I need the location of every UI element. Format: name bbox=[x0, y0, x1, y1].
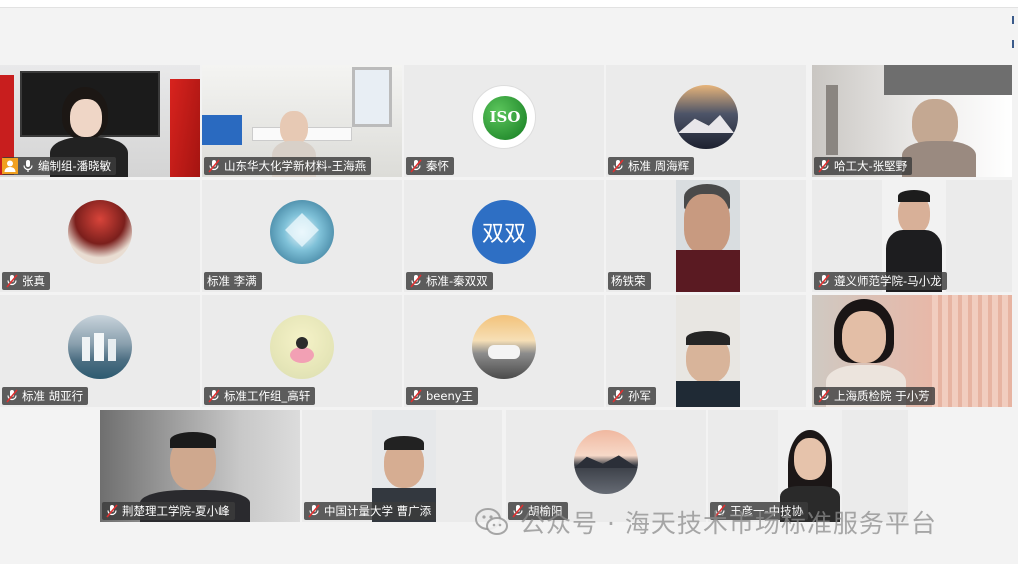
mic-muted-icon[interactable] bbox=[5, 274, 19, 288]
mic-muted-icon[interactable] bbox=[611, 159, 625, 173]
participant-avatar: 双双 bbox=[472, 200, 536, 264]
mic-muted-icon[interactable] bbox=[409, 274, 423, 288]
participant-name: 标准 李满 bbox=[207, 274, 257, 288]
participant-name: 荆楚理工学院-夏小峰 bbox=[122, 504, 230, 518]
participant-name-label: 标准 周海辉 bbox=[608, 157, 695, 175]
participant-avatar bbox=[472, 315, 536, 379]
participant-tile[interactable]: 双双 标准-秦双双 bbox=[404, 180, 604, 292]
participant-name-label: 哈工大-张堅野 bbox=[814, 157, 913, 175]
mic-muted-icon[interactable] bbox=[409, 159, 423, 173]
participant-name: 标准 周海辉 bbox=[628, 159, 690, 173]
mic-icon[interactable] bbox=[21, 159, 35, 173]
participant-name-label: 张真 bbox=[2, 272, 50, 290]
participant-tile[interactable]: 编制组-潘晓敏 bbox=[0, 65, 200, 177]
avatar-text: ISO bbox=[489, 108, 521, 126]
host-user-icon bbox=[2, 158, 18, 174]
participant-name: 中国计量大学 曹广添 bbox=[324, 504, 432, 518]
mic-muted-icon[interactable] bbox=[409, 389, 423, 403]
participant-name-label: 标准工作组_高轩 bbox=[204, 387, 316, 405]
participant-name-label: 中国计量大学 曹广添 bbox=[304, 502, 437, 520]
video-feed bbox=[676, 295, 740, 407]
participant-avatar: ISO bbox=[472, 85, 536, 149]
watermark-text: 公众号 · 海天技术市场标准服务平台 bbox=[520, 509, 937, 538]
participant-name-label: 山东华大化学新材料-王海燕 bbox=[204, 157, 372, 175]
participant-name: 张真 bbox=[22, 274, 45, 288]
participant-name: 秦怀 bbox=[426, 159, 449, 173]
participant-name: 标准-秦双双 bbox=[426, 274, 488, 288]
mic-muted-icon[interactable] bbox=[817, 159, 831, 173]
window-edge-mark bbox=[1012, 16, 1014, 24]
participant-name-label: 杨铁荣 bbox=[608, 272, 651, 290]
participant-name: 标准 胡亚行 bbox=[22, 389, 84, 403]
participant-tile[interactable]: ISO 秦怀 bbox=[404, 65, 604, 177]
participant-name: 山东华大化学新材料-王海燕 bbox=[224, 159, 367, 173]
participant-name-label: 荆楚理工学院-夏小峰 bbox=[102, 502, 235, 520]
participant-tile[interactable]: 荆楚理工学院-夏小峰 bbox=[100, 410, 300, 522]
participant-name: 杨铁荣 bbox=[611, 274, 646, 288]
avatar-text: 双双 bbox=[481, 222, 526, 247]
wechat-icon bbox=[474, 507, 510, 537]
top-bar bbox=[0, 0, 1018, 8]
video-feed bbox=[676, 180, 740, 292]
participant-tile[interactable]: beeny王 bbox=[404, 295, 604, 407]
participant-name-label: 孙军 bbox=[608, 387, 656, 405]
participant-name: 哈工大-张堅野 bbox=[834, 159, 908, 173]
watermark: 公众号 · 海天技术市场标准服务平台 bbox=[474, 504, 937, 540]
participant-tile[interactable]: 孙军 bbox=[606, 295, 806, 407]
participant-tile[interactable]: 哈工大-张堅野 bbox=[812, 65, 1012, 177]
participant-avatar bbox=[270, 315, 334, 379]
participant-name-label: 编制组-潘晓敏 bbox=[2, 157, 117, 175]
participant-name-label: 遵义师范学院-马小龙 bbox=[814, 272, 947, 290]
mic-muted-icon[interactable] bbox=[307, 504, 321, 518]
participant-name-label: 标准 胡亚行 bbox=[2, 387, 89, 405]
mic-muted-icon[interactable] bbox=[207, 389, 221, 403]
mic-muted-icon[interactable] bbox=[5, 389, 19, 403]
participant-name: beeny王 bbox=[426, 389, 474, 403]
participant-name: 标准工作组_高轩 bbox=[224, 389, 311, 403]
participant-avatar bbox=[270, 200, 334, 264]
window-edge-mark bbox=[1012, 40, 1014, 48]
participant-tile[interactable]: 杨铁荣 bbox=[606, 180, 806, 292]
participant-tile[interactable]: 标准 胡亚行 bbox=[0, 295, 200, 407]
participant-tile[interactable]: 标准工作组_高轩 bbox=[202, 295, 402, 407]
mic-muted-icon[interactable] bbox=[611, 389, 625, 403]
participant-tile[interactable]: 标准 李满 bbox=[202, 180, 402, 292]
participant-name-label: 秦怀 bbox=[406, 157, 454, 175]
participant-tile[interactable]: 山东华大化学新材料-王海燕 bbox=[202, 65, 402, 177]
participant-avatar bbox=[674, 85, 738, 149]
participant-avatar bbox=[68, 315, 132, 379]
mic-muted-icon[interactable] bbox=[105, 504, 119, 518]
participant-tile[interactable]: 标准 周海辉 bbox=[606, 65, 806, 177]
mic-muted-icon[interactable] bbox=[817, 389, 831, 403]
participant-name-label: beeny王 bbox=[406, 387, 479, 405]
mic-muted-icon[interactable] bbox=[207, 159, 221, 173]
mic-muted-icon[interactable] bbox=[817, 274, 831, 288]
participant-name: 遵义师范学院-马小龙 bbox=[834, 274, 942, 288]
participant-tile[interactable]: 中国计量大学 曹广添 bbox=[302, 410, 502, 522]
participant-tile[interactable]: 张真 bbox=[0, 180, 200, 292]
participant-avatar bbox=[574, 430, 638, 494]
participant-name: 上海质检院 于小芳 bbox=[834, 389, 930, 403]
participant-name-label: 上海质检院 于小芳 bbox=[814, 387, 935, 405]
participant-tile[interactable]: 遵义师范学院-马小龙 bbox=[812, 180, 1012, 292]
participant-name: 编制组-潘晓敏 bbox=[38, 159, 112, 173]
participant-name-label: 标准 李满 bbox=[204, 272, 262, 290]
participant-tile[interactable]: 上海质检院 于小芳 bbox=[812, 295, 1012, 407]
participant-name-label: 标准-秦双双 bbox=[406, 272, 493, 290]
participant-name: 孙军 bbox=[628, 389, 651, 403]
participant-avatar bbox=[68, 200, 132, 264]
